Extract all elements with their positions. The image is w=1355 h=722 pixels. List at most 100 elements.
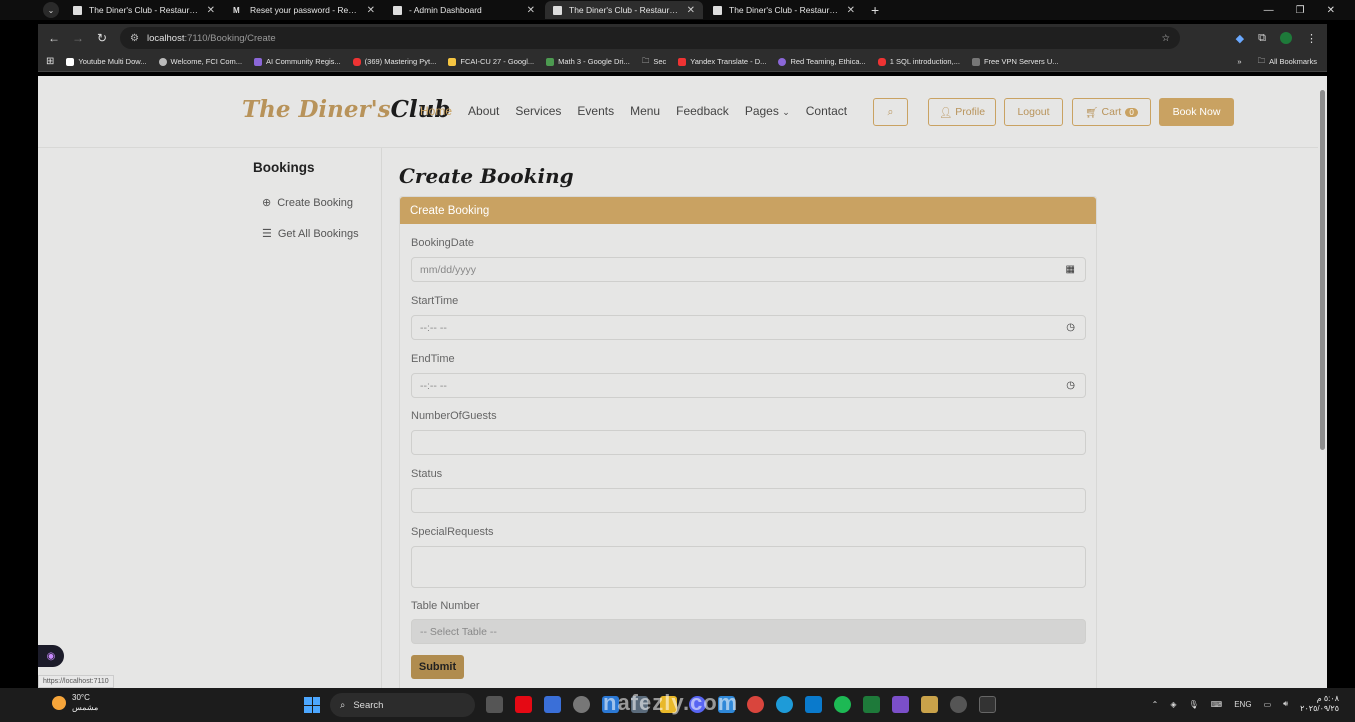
bookmark-item[interactable]: (369) Mastering Pyt...	[352, 57, 437, 66]
puzzle-icon[interactable]: ⧉	[1258, 32, 1266, 45]
cart-button[interactable]: 🛒︎ Cart 0	[1072, 98, 1151, 126]
nav-contact[interactable]: Contact	[806, 104, 847, 118]
github-icon[interactable]	[950, 696, 967, 713]
chrome-icon[interactable]	[747, 696, 764, 713]
keyboard-icon[interactable]: ⌨	[1211, 700, 1223, 709]
end-time-input[interactable]: --:-- -- ◷	[411, 373, 1086, 398]
nav-pages[interactable]: Pages ⌄	[745, 104, 790, 118]
mic-icon[interactable]: 🎙︎	[1189, 700, 1199, 709]
profile-avatar[interactable]	[1280, 32, 1292, 44]
bookmark-item[interactable]: Red Teaming, Ethica...	[778, 57, 866, 66]
start-button[interactable]	[304, 697, 320, 713]
apps-icon[interactable]: ⊞	[46, 56, 54, 67]
bookmark-label: (369) Mastering Pyt...	[364, 57, 437, 66]
browser-tab[interactable]: - Admin Dashboard ✕	[385, 1, 543, 19]
close-icon[interactable]: ✕	[847, 5, 855, 16]
bookmark-star-icon[interactable]: ☆	[1161, 33, 1170, 44]
table-number-select[interactable]: -- Select Table --	[411, 619, 1086, 644]
language-indicator[interactable]: ENG	[1234, 700, 1251, 709]
bookmark-folder[interactable]: 🗀 Sec	[642, 55, 666, 68]
browser-tab[interactable]: The Diner's Club - Restaurant & ✕	[705, 1, 863, 19]
sidebar-item-create-booking[interactable]: ⊕ Create Booking	[262, 196, 353, 210]
address-bar[interactable]: ⚙ localhost:7110/Booking/Create ☆	[120, 27, 1180, 49]
special-requests-textarea[interactable]	[411, 546, 1086, 588]
minimize-icon[interactable]: —	[1264, 5, 1274, 16]
netflix-icon[interactable]	[515, 696, 532, 713]
calendar-icon[interactable]: ▦	[1066, 264, 1075, 275]
close-icon[interactable]: ✕	[527, 5, 535, 16]
nav-feedback[interactable]: Feedback	[676, 104, 729, 118]
browser-tab-active[interactable]: The Diner's Club - Restaurant & ✕	[545, 1, 703, 19]
display-icon[interactable]: ▭	[1264, 700, 1272, 709]
photos-icon[interactable]	[544, 696, 561, 713]
bookmark-item[interactable]: Welcome, FCI Com...	[158, 57, 242, 66]
tab-search-button[interactable]: ⌄	[43, 2, 59, 18]
search-button[interactable]: ⌕	[873, 98, 908, 126]
new-tab-button[interactable]: +	[871, 2, 879, 18]
chevron-up-icon[interactable]: ⌃	[1152, 700, 1159, 709]
close-icon[interactable]: ✕	[367, 5, 375, 16]
bookmark-item[interactable]: Free VPN Servers U...	[971, 57, 1059, 66]
status-input[interactable]	[411, 488, 1086, 513]
weather-widget[interactable]: 30°C مشمس	[52, 693, 98, 713]
toolbar-extensions: ◆ ⧉ ⋮	[1236, 32, 1317, 45]
spotify-icon[interactable]	[834, 696, 851, 713]
url-host: localhost	[146, 32, 185, 44]
bookmark-item[interactable]: AI Community Regis...	[254, 57, 341, 66]
excel-icon[interactable]	[863, 696, 880, 713]
page-scrollbar[interactable]	[1318, 76, 1327, 688]
taskbar-search[interactable]: ⌕ Search	[330, 693, 475, 717]
vscode-icon[interactable]	[805, 696, 822, 713]
forward-icon[interactable]: →	[66, 31, 90, 45]
browser-tab[interactable]: M Reset your password - Restaura ✕	[225, 1, 383, 19]
bookmark-item[interactable]: Math 3 - Google Dri...	[546, 57, 630, 66]
clock-icon[interactable]: ◷	[1066, 380, 1075, 391]
network-icon[interactable]: ◈	[1170, 700, 1176, 709]
edge-icon[interactable]	[776, 696, 793, 713]
profile-button[interactable]: 👤︎ Profile	[928, 98, 996, 126]
app-icon[interactable]	[573, 696, 590, 713]
clock[interactable]: ٥:٠٨ م ٢٠٢٥/٠٩/٢٥	[1300, 694, 1339, 714]
search-icon: ⌕	[887, 105, 894, 118]
logout-button[interactable]: Logout	[1004, 98, 1063, 126]
guests-input[interactable]	[411, 430, 1086, 455]
restore-icon[interactable]: ❐	[1296, 5, 1305, 16]
page-icon	[66, 57, 75, 66]
nav-events[interactable]: Events	[577, 104, 614, 118]
more-bookmarks-icon[interactable]: »	[1237, 55, 1241, 68]
nav-menu[interactable]: Menu	[630, 104, 660, 118]
close-icon[interactable]: ✕	[687, 5, 695, 16]
nav-home[interactable]: Home	[420, 104, 452, 118]
clock-icon[interactable]: ◷	[1066, 322, 1075, 333]
nav-services[interactable]: Services	[515, 104, 561, 118]
bookmark-label: All Bookmarks	[1269, 57, 1317, 66]
all-bookmarks[interactable]: 🗀 All Bookmarks	[1258, 55, 1317, 68]
bookmarks-bar: ⊞ Youtube Multi Dow... Welcome, FCI Com.…	[38, 52, 1327, 72]
logo-text: The Diner's	[242, 96, 391, 123]
close-icon[interactable]: ✕	[207, 5, 215, 16]
app-icon[interactable]	[921, 696, 938, 713]
submit-button[interactable]: Submit	[411, 655, 464, 679]
site-info-icon[interactable]: ⚙	[130, 33, 139, 44]
scroll-thumb[interactable]	[1320, 90, 1325, 450]
booking-date-input[interactable]: mm/dd/yyyy ▦	[411, 257, 1086, 282]
menu-icon[interactable]: ⋮	[1306, 32, 1317, 45]
task-view-icon[interactable]	[486, 696, 503, 713]
reload-icon[interactable]: ↻	[90, 31, 114, 45]
terminal-icon[interactable]	[979, 696, 996, 713]
assistant-bubble-icon[interactable]: ◉	[38, 645, 64, 667]
close-window-icon[interactable]: ✕	[1327, 5, 1335, 16]
bookmark-item[interactable]: 1 SQL introduction,...	[877, 57, 960, 66]
bookmark-item[interactable]: Youtube Multi Dow...	[66, 57, 147, 66]
visual-studio-icon[interactable]	[892, 696, 909, 713]
bookmark-item[interactable]: FCAI-CU 27 - Googl...	[448, 57, 534, 66]
extension-icon[interactable]: ◆	[1236, 32, 1244, 45]
bookmark-item[interactable]: Yandex Translate - D...	[678, 57, 766, 66]
book-now-button[interactable]: Book Now	[1159, 98, 1234, 126]
nav-about[interactable]: About	[468, 104, 499, 118]
sidebar-item-get-all-bookings[interactable]: ☰ Get All Bookings	[262, 227, 359, 241]
back-icon[interactable]: ←	[42, 31, 66, 45]
start-time-input[interactable]: --:-- -- ◷	[411, 315, 1086, 340]
volume-icon[interactable]: 🔊︎	[1283, 699, 1288, 709]
browser-tab[interactable]: The Diner's Club - Restaurant & ✕	[65, 1, 223, 19]
